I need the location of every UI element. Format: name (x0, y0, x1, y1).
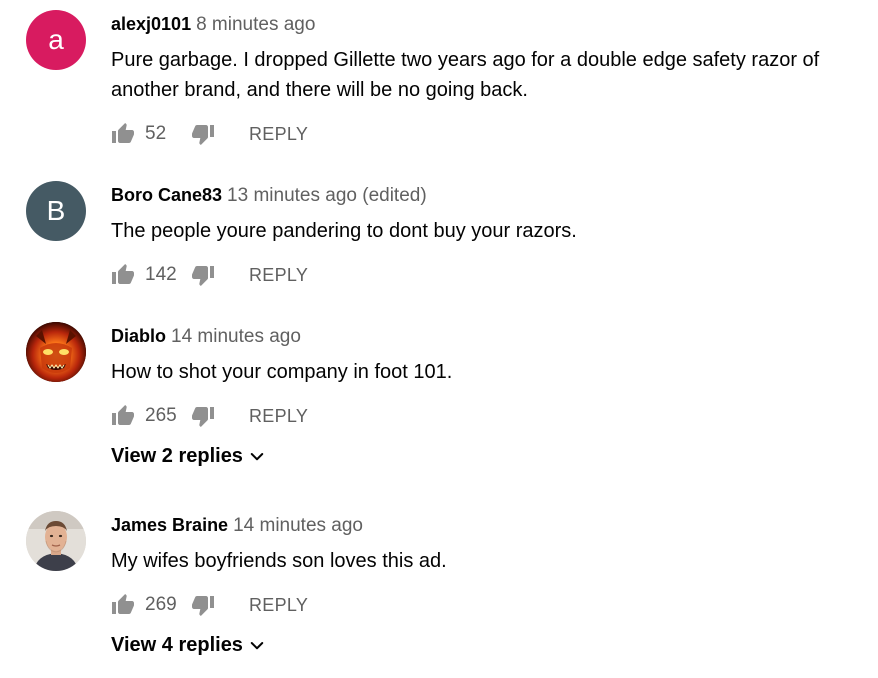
like-count: 265 (145, 405, 177, 426)
avatar[interactable]: B (26, 181, 86, 241)
demon-face-avatar[interactable] (26, 322, 86, 382)
comment-text: My wifes boyfriends son loves this ad. (111, 550, 447, 572)
comment-time[interactable]: 13 minutes ago (edited) (227, 185, 427, 206)
comment-thread: Diablo 14 minutes ago How to shot your co… (0, 312, 878, 487)
comment-toolbar: 142 REPLY (111, 261, 308, 289)
like-count: 142 (145, 264, 177, 285)
comment-header: Diablo 14 minutes ago (111, 324, 301, 349)
man-photo-avatar[interactable] (26, 511, 86, 571)
comment-toolbar: 269 REPLY (111, 591, 308, 619)
comment-header: James Braine 14 minutes ago (111, 513, 363, 538)
comment-thread: B Boro Cane83 13 minutes ago (edited) The… (0, 171, 878, 311)
comment-thread: James Braine 14 minutes ago My wifes boyf… (0, 501, 878, 678)
thumbs-down-icon[interactable] (191, 122, 215, 146)
comment-thread: a alexj0101 8 minutes ago Pure garbage. I… (0, 0, 878, 170)
chevron-down-icon (248, 637, 266, 655)
author-name[interactable]: Diablo (111, 326, 166, 346)
comment-header: alexj0101 8 minutes ago (111, 12, 315, 37)
thumbs-down-icon[interactable] (191, 263, 215, 287)
view-replies-label: View 2 replies (111, 445, 243, 467)
reply-button[interactable]: REPLY (249, 265, 308, 286)
comment-toolbar: 265 REPLY (111, 402, 308, 430)
reply-button[interactable]: REPLY (249, 124, 308, 145)
view-replies-button[interactable]: View 4 replies (111, 634, 266, 657)
comment-time[interactable]: 8 minutes ago (196, 14, 315, 35)
avatar[interactable]: a (26, 10, 86, 70)
thumbs-up-icon[interactable] (111, 122, 135, 146)
demon-face-icon (26, 322, 86, 382)
thumbs-up-icon[interactable] (111, 263, 135, 287)
author-name[interactable]: Boro Cane83 (111, 185, 222, 205)
author-name[interactable]: James Braine (111, 515, 228, 535)
reply-button[interactable]: REPLY (249, 406, 308, 427)
author-name[interactable]: alexj0101 (111, 14, 191, 34)
comment-time[interactable]: 14 minutes ago (233, 515, 363, 536)
like-count: 269 (145, 594, 177, 615)
man-photo-icon (26, 511, 86, 571)
comment-toolbar: 52 REPLY (111, 120, 308, 148)
thumbs-down-icon[interactable] (191, 404, 215, 428)
view-replies-label: View 4 replies (111, 634, 243, 656)
thumbs-up-icon[interactable] (111, 404, 135, 428)
like-count: 52 (145, 123, 167, 144)
comment-text: The people youre pandering to dont buy y… (111, 220, 577, 242)
comment-time[interactable]: 14 minutes ago (171, 326, 301, 347)
thumbs-down-icon[interactable] (191, 593, 215, 617)
comment-text: How to shot your company in foot 101. (111, 361, 453, 383)
comment-text: Pure garbage. I dropped Gillette two yea… (111, 49, 820, 101)
view-replies-button[interactable]: View 2 replies (111, 445, 266, 468)
thumbs-up-icon[interactable] (111, 593, 135, 617)
comments-section: a alexj0101 8 minutes ago Pure garbage. I… (0, 0, 878, 678)
comment-header: Boro Cane83 13 minutes ago (edited) (111, 183, 427, 208)
reply-button[interactable]: REPLY (249, 595, 308, 616)
chevron-down-icon (248, 448, 266, 466)
